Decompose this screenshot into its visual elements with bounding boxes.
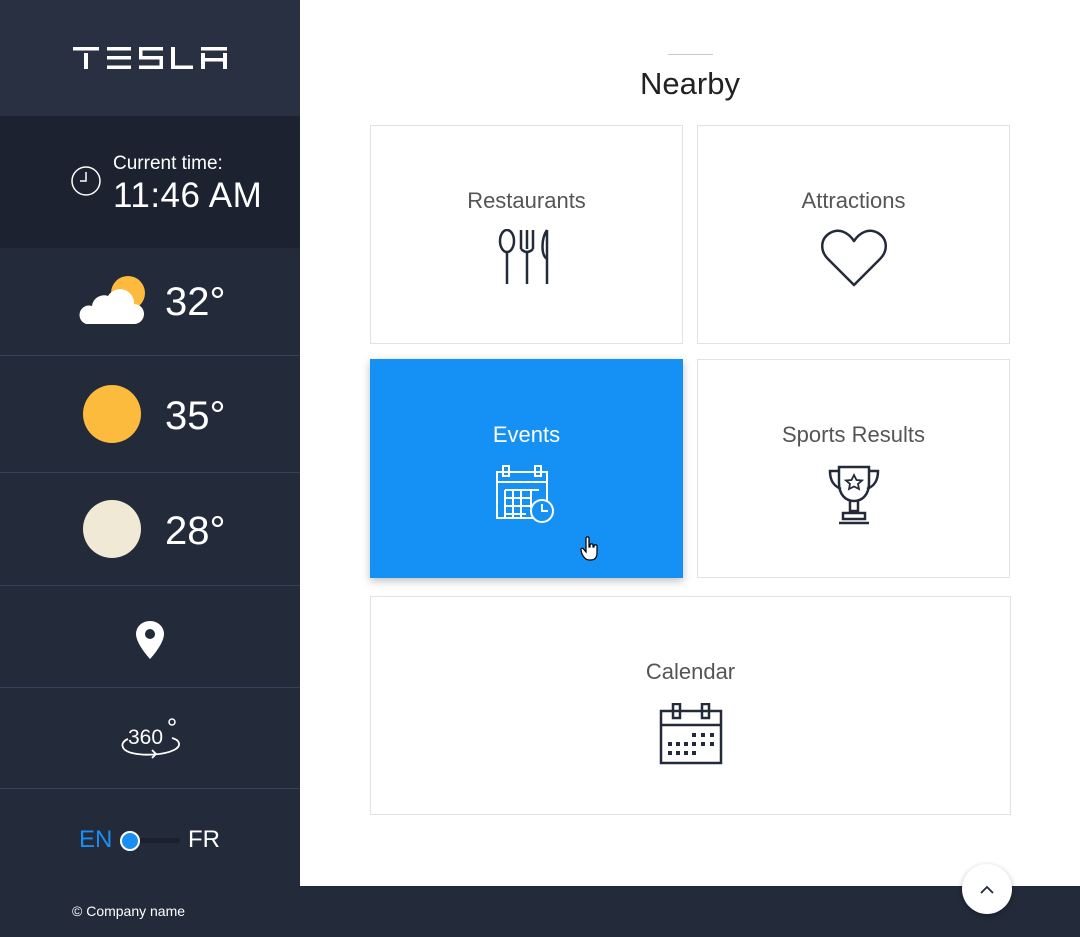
row-divider [0, 472, 300, 473]
language-toggle-knob[interactable] [120, 831, 140, 851]
calendar-clock-icon [495, 465, 554, 523]
title-divider [668, 54, 713, 55]
copyright-text: © Company name [72, 903, 186, 919]
sun-icon [83, 385, 141, 443]
scroll-to-top-button[interactable] [962, 864, 1012, 914]
tesla-logo-icon [73, 47, 227, 69]
map-pin-icon[interactable] [135, 620, 165, 660]
row-divider [0, 788, 300, 789]
card-label: Attractions [801, 188, 906, 213]
row-divider [0, 585, 300, 586]
weather-temp: 32° [165, 280, 226, 324]
row-divider [0, 355, 300, 356]
heart-icon [820, 229, 887, 287]
page-title: Nearby [640, 66, 740, 101]
app-root: Current time: 11:46 AM 32° 35° 28° 360 E… [0, 0, 1080, 937]
chevron-up-icon [980, 885, 994, 894]
360-view-icon[interactable]: 360 [118, 717, 184, 763]
language-fr[interactable]: FR [188, 826, 220, 854]
card-label: Calendar [645, 659, 736, 684]
clock-icon [71, 166, 101, 196]
svg-text:360: 360 [128, 726, 163, 749]
language-en[interactable]: EN [79, 826, 112, 854]
trophy-icon [828, 465, 879, 525]
card-restaurants[interactable]: Restaurants [370, 125, 683, 344]
card-attractions[interactable]: Attractions [697, 125, 1010, 344]
card-label: Restaurants [467, 188, 586, 213]
card-label: Events [492, 422, 561, 447]
card-calendar[interactable]: Calendar [370, 596, 1011, 815]
time-label: Current time: [113, 153, 223, 174]
card-events[interactable]: Events [370, 359, 683, 578]
hand-cursor-icon [580, 536, 598, 561]
card-sports-results[interactable]: Sports Results [697, 359, 1010, 578]
logo[interactable] [0, 0, 300, 116]
card-label: Sports Results [781, 422, 926, 447]
time-value: 11:46 AM [113, 176, 263, 215]
weather-temp: 28° [165, 509, 226, 553]
cutlery-icon [498, 229, 548, 284]
cloud-sun-icon [79, 276, 145, 324]
moon-icon [83, 500, 141, 558]
row-divider [0, 687, 300, 688]
calendar-icon [659, 703, 722, 765]
weather-temp: 35° [165, 394, 226, 438]
